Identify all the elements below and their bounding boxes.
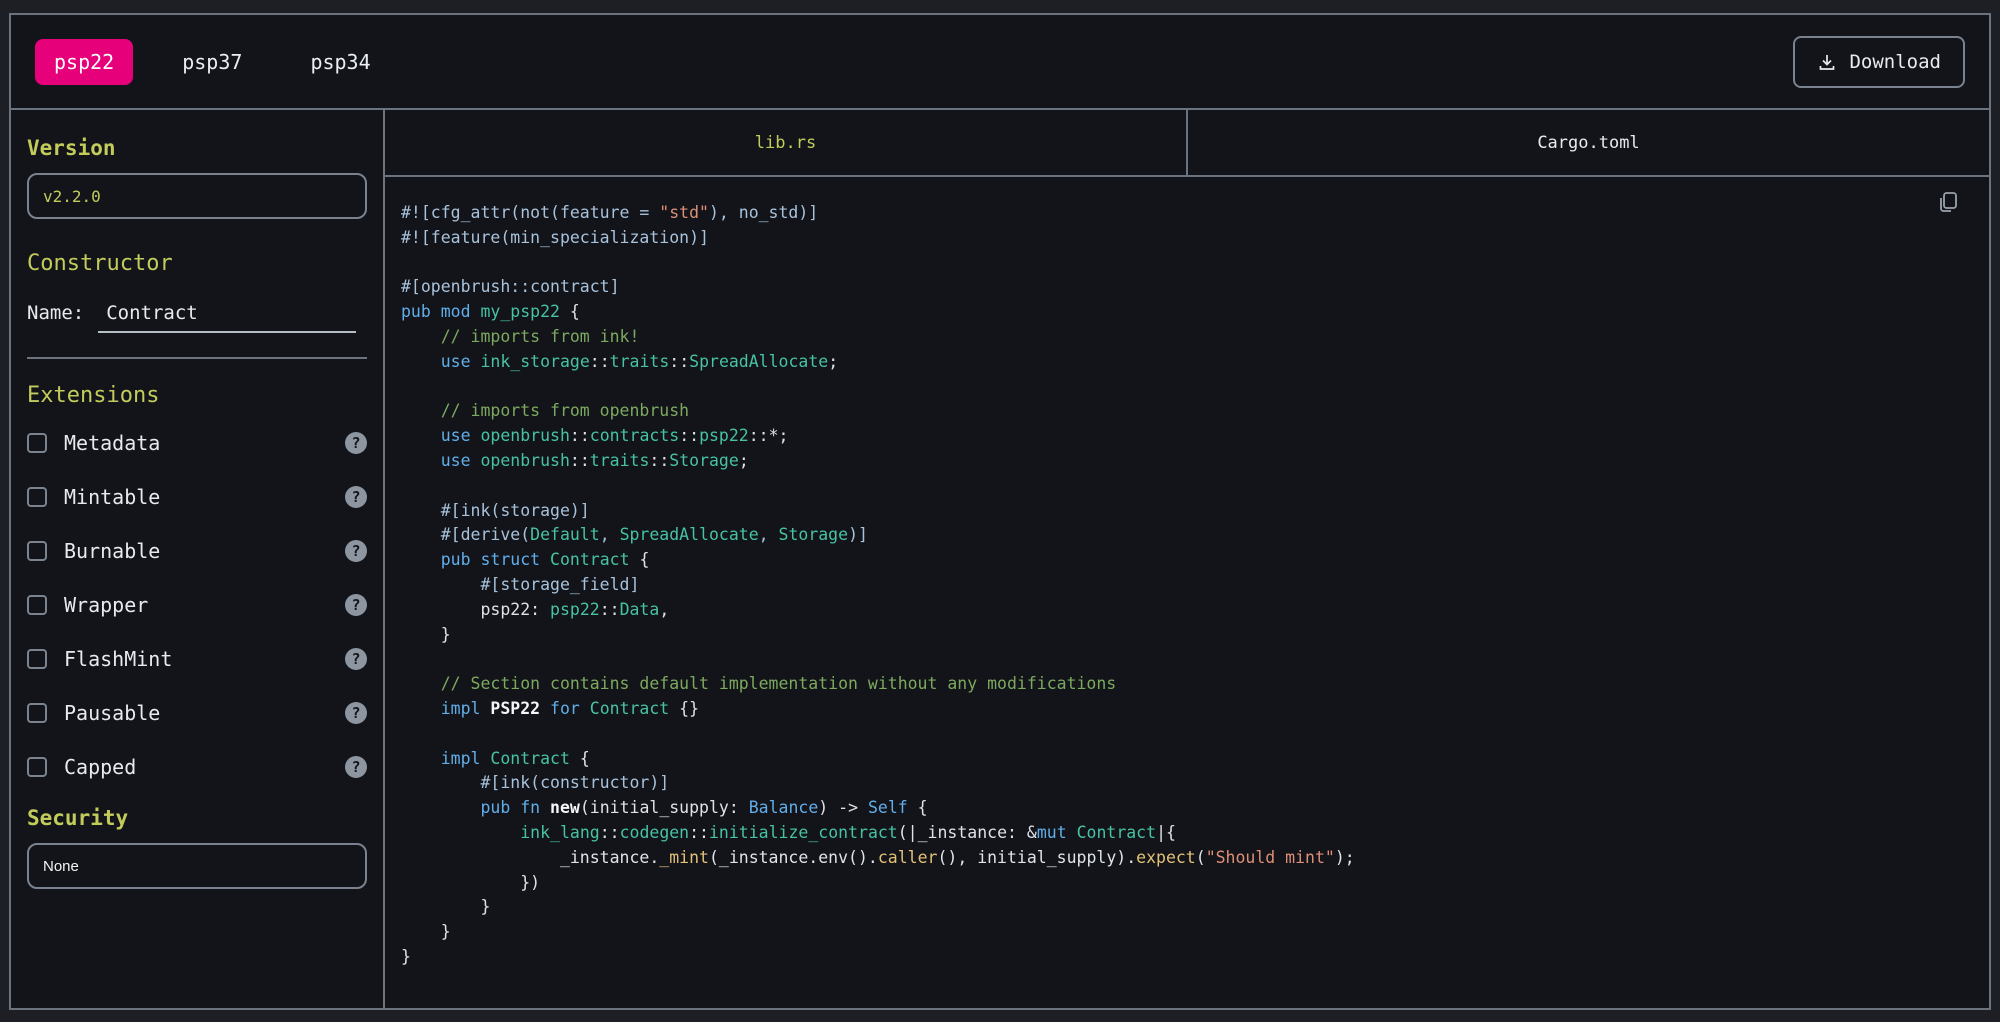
extension-label: FlashMint <box>64 647 172 671</box>
extension-label: Pausable <box>64 701 160 725</box>
extensions-heading: Extensions <box>27 383 367 408</box>
extension-checkbox[interactable] <box>27 487 47 507</box>
extension-checkbox[interactable] <box>27 433 47 453</box>
sidebar: Version v2.2.0 Constructor Name: Extensi… <box>11 110 385 1008</box>
help-icon[interactable]: ? <box>345 648 367 670</box>
file-tabs: lib.rs Cargo.toml <box>385 110 1989 177</box>
standard-tabs: psp22 psp37 psp34 <box>35 39 390 85</box>
contract-name-input[interactable] <box>98 302 356 333</box>
top-bar: psp22 psp37 psp34 Download <box>11 15 1989 110</box>
security-heading: Security <box>27 806 367 830</box>
extension-row: Mintable ? <box>27 470 367 524</box>
help-icon[interactable]: ? <box>345 486 367 508</box>
security-select-value: None <box>43 858 79 875</box>
version-select[interactable]: v2.2.0 <box>27 173 367 219</box>
name-label: Name: <box>27 302 84 324</box>
tab-cargo-toml[interactable]: Cargo.toml <box>1188 110 1989 175</box>
extension-label: Wrapper <box>64 593 148 617</box>
help-icon[interactable]: ? <box>345 432 367 454</box>
constructor-name-row: Name: <box>27 302 367 333</box>
copy-icon <box>1935 203 1961 218</box>
constructor-heading: Constructor <box>27 251 367 276</box>
extension-label: Capped <box>64 755 136 779</box>
copy-code-button[interactable] <box>1935 189 1961 218</box>
tab-psp37[interactable]: psp37 <box>163 39 261 85</box>
version-heading: Version <box>27 136 367 160</box>
extension-row: Metadata ? <box>27 416 367 470</box>
extensions-list: Metadata ? Mintable ? Burnable ? Wrapper… <box>27 416 367 794</box>
extension-row: Pausable ? <box>27 686 367 740</box>
extension-row: Wrapper ? <box>27 578 367 632</box>
security-select[interactable]: None <box>27 843 367 889</box>
help-icon[interactable]: ? <box>345 756 367 778</box>
extension-row: Burnable ? <box>27 524 367 578</box>
extension-checkbox[interactable] <box>27 541 47 561</box>
tab-lib-rs[interactable]: lib.rs <box>385 110 1188 175</box>
tab-psp22[interactable]: psp22 <box>35 39 133 85</box>
code-panel: lib.rs Cargo.toml #![cfg_attr(not(featur… <box>385 110 1989 1008</box>
extension-label: Metadata <box>64 431 160 455</box>
code-listing: #![cfg_attr(not(feature = "std"), no_std… <box>401 201 1969 970</box>
app-frame: psp22 psp37 psp34 Download Version v2.2.… <box>9 13 1991 1010</box>
extension-checkbox[interactable] <box>27 703 47 723</box>
extension-row: Capped ? <box>27 740 367 794</box>
download-button[interactable]: Download <box>1793 36 1965 88</box>
sidebar-divider <box>27 357 367 359</box>
code-area: #![cfg_attr(not(feature = "std"), no_std… <box>385 177 1989 1008</box>
help-icon[interactable]: ? <box>345 594 367 616</box>
tab-psp34[interactable]: psp34 <box>291 39 389 85</box>
extension-checkbox[interactable] <box>27 595 47 615</box>
help-icon[interactable]: ? <box>345 540 367 562</box>
content-row: Version v2.2.0 Constructor Name: Extensi… <box>11 110 1989 1008</box>
download-label: Download <box>1849 51 1941 73</box>
extension-label: Mintable <box>64 485 160 509</box>
extension-checkbox[interactable] <box>27 649 47 669</box>
extension-checkbox[interactable] <box>27 757 47 777</box>
extension-label: Burnable <box>64 539 160 563</box>
extension-row: FlashMint ? <box>27 632 367 686</box>
help-icon[interactable]: ? <box>345 702 367 724</box>
version-select-value: v2.2.0 <box>43 187 101 206</box>
download-icon <box>1817 52 1837 72</box>
